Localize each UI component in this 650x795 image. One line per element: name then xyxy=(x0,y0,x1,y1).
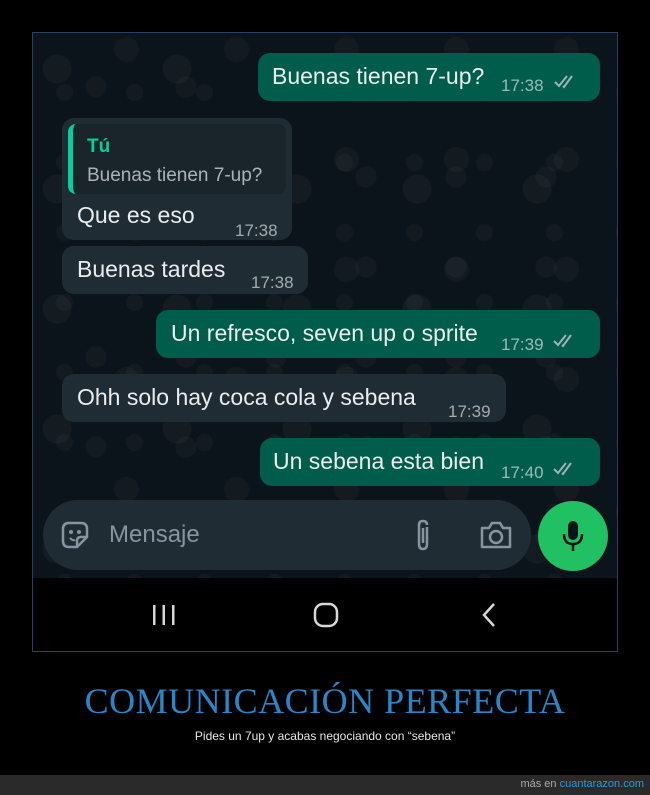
quoted-message[interactable]: Tú Buenas tienen 7-up? xyxy=(68,124,286,194)
footer-prefix: más en xyxy=(520,778,557,790)
camera-icon[interactable] xyxy=(479,520,513,550)
message-bubble-incoming[interactable]: Buenas tardes 17:38 xyxy=(62,246,308,294)
message-bubble-outgoing[interactable]: Un refresco, seven up o sprite 17:39 xyxy=(156,310,600,358)
message-time: 17:39 xyxy=(501,335,544,354)
quoted-text: Buenas tienen 7-up? xyxy=(87,165,263,186)
message-text: Buenas tardes xyxy=(77,256,226,282)
message-bubble-outgoing[interactable]: Buenas tienen 7-up? 17:38 xyxy=(258,53,600,101)
message-text: Que es eso xyxy=(77,202,195,228)
caption-subtitle: Pides un 7up y acabas negociando con “se… xyxy=(194,729,456,743)
message-time: 17:38 xyxy=(501,76,544,95)
recent-apps-icon[interactable] xyxy=(150,603,178,627)
message-text: Buenas tienen 7-up? xyxy=(272,63,485,89)
back-icon[interactable] xyxy=(479,601,499,629)
message-time: 17:40 xyxy=(501,463,544,482)
quoted-author: Tú xyxy=(87,136,111,157)
message-text: Un refresco, seven up o sprite xyxy=(171,320,478,346)
message-bubble-incoming[interactable]: Tú Buenas tienen 7-up? Que es eso 17:38 xyxy=(62,118,292,240)
paperclip-icon[interactable] xyxy=(411,517,435,553)
footer-bar: más en cuantarazon.com xyxy=(0,775,650,795)
microphone-button[interactable] xyxy=(538,501,608,571)
chat-area: Buenas tienen 7-up? 17:38 Tú Buenas tien… xyxy=(33,33,617,578)
phone-screen: Buenas tienen 7-up? 17:38 Tú Buenas tien… xyxy=(32,32,618,652)
system-navigation-bar xyxy=(33,578,617,651)
message-time: 17:39 xyxy=(448,402,491,421)
message-bubble-outgoing[interactable]: Un sebena esta bien 17:40 xyxy=(260,438,600,486)
sticker-icon[interactable] xyxy=(59,519,91,551)
message-input[interactable]: Mensaje xyxy=(109,521,200,549)
message-bubble-incoming[interactable]: Ohh solo hay coca cola y sebena 17:39 xyxy=(62,374,506,422)
double-check-icon xyxy=(553,462,572,476)
message-text: Ohh solo hay coca cola y sebena xyxy=(77,384,416,410)
message-time: 17:38 xyxy=(235,221,278,240)
message-time: 17:38 xyxy=(251,273,294,292)
caption-title: COMUNICACIÓN PERFECTA xyxy=(84,681,566,721)
home-icon[interactable] xyxy=(312,601,340,629)
message-composer[interactable]: Mensaje xyxy=(43,500,531,570)
microphone-icon xyxy=(562,521,584,551)
double-check-icon xyxy=(554,75,573,89)
footer-link[interactable]: cuantarazon.com xyxy=(560,778,644,790)
message-text: Un sebena esta bien xyxy=(273,448,484,474)
double-check-icon xyxy=(553,334,572,348)
